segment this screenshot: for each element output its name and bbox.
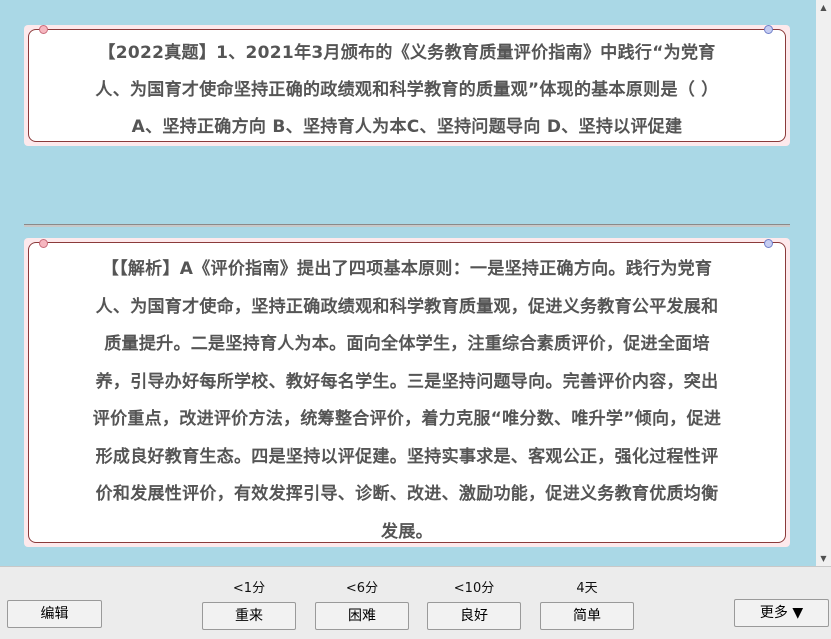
question-line: 【2022真题】1、2021年3月颁布的《义务教育质量评价指南》中践行“为党育 bbox=[98, 43, 716, 63]
more-button[interactable]: 更多 ▼ bbox=[734, 599, 829, 627]
easy-button[interactable]: 简单 bbox=[540, 602, 634, 630]
interval-easy: 4天 bbox=[576, 581, 598, 596]
corner-dot-blue bbox=[764, 239, 773, 248]
answer-line: 【【解析】A《评价指南》提出了四项基本原则：一是坚持正确方向。践行为党育 bbox=[101, 259, 713, 279]
card-content-area: 【2022真题】1、2021年3月颁布的《义务教育质量评价指南》中践行“为党育 … bbox=[0, 0, 816, 566]
answer-line: 发展。 bbox=[381, 521, 433, 542]
good-button[interactable]: 良好 bbox=[427, 602, 521, 630]
edit-button[interactable]: 编辑 bbox=[7, 600, 102, 628]
answer-line: 人、为国育才使命，坚持正确政绩观和科学教育质量观，促进义务教育公平发展和 bbox=[95, 296, 719, 317]
corner-dot-blue bbox=[764, 25, 773, 34]
question-line: A、坚持正确方向 B、坚持育人为本C、坚持问题导向 D、坚持以评促建 bbox=[131, 117, 683, 137]
interval-good: <10分 bbox=[453, 581, 495, 596]
vertical-scrollbar[interactable]: ▲ ▼ bbox=[816, 0, 831, 566]
question-card: 【2022真题】1、2021年3月颁布的《义务教育质量评价指南》中践行“为党育 … bbox=[24, 25, 790, 146]
question-answer-divider bbox=[24, 224, 790, 227]
review-toolbar: 编辑 <1分 <6分 <10分 4天 重来 困难 良好 简单 更多 ▼ bbox=[0, 566, 831, 639]
answer-card: 【【解析】A《评价指南》提出了四项基本原则：一是坚持正确方向。践行为党育 人、为… bbox=[24, 238, 790, 547]
answer-line: 质量提升。二是坚持育人为本。面向全体学生，注重综合素质评价，促进全面培 bbox=[104, 334, 710, 354]
answer-line: 形成良好教育生态。四是坚持以评促建。坚持实事求是、客观公正，强化过程性评 bbox=[95, 446, 719, 467]
scroll-down-icon[interactable]: ▼ bbox=[816, 551, 831, 566]
again-button[interactable]: 重来 bbox=[202, 602, 296, 630]
hard-button[interactable]: 困难 bbox=[315, 602, 409, 630]
answer-line: 价和发展性评价，有效发挥引导、诊断、改进、激励功能，促进义务教育优质均衡 bbox=[95, 484, 719, 504]
question-line: 人、为国育才使命坚持正确的政绩观和科学教育的质量观”体现的基本原则是（ ） bbox=[95, 80, 719, 100]
interval-again: <1分 bbox=[232, 581, 266, 596]
corner-dot-pink bbox=[39, 239, 48, 248]
answer-line: 评价重点，改进评价方法，统筹整合评价，着力克服“唯分数、唯升学”倾向，促进 bbox=[92, 409, 722, 429]
interval-hard: <6分 bbox=[345, 581, 379, 596]
corner-dot-pink bbox=[39, 25, 48, 34]
answer-frame: 【【解析】A《评价指南》提出了四项基本原则：一是坚持正确方向。践行为党育 人、为… bbox=[28, 242, 786, 543]
scroll-up-icon[interactable]: ▲ bbox=[816, 0, 831, 15]
answer-line: 养，引导办好每所学校、教好每名学生。三是坚持问题导向。完善评价内容，突出 bbox=[95, 371, 719, 392]
question-text: 【2022真题】1、2021年3月颁布的《义务教育质量评价指南》中践行“为党育 … bbox=[43, 35, 771, 146]
answer-text: 【【解析】A《评价指南》提出了四项基本原则：一是坚持正确方向。践行为党育 人、为… bbox=[43, 251, 771, 551]
question-frame: 【2022真题】1、2021年3月颁布的《义务教育质量评价指南》中践行“为党育 … bbox=[28, 29, 786, 142]
